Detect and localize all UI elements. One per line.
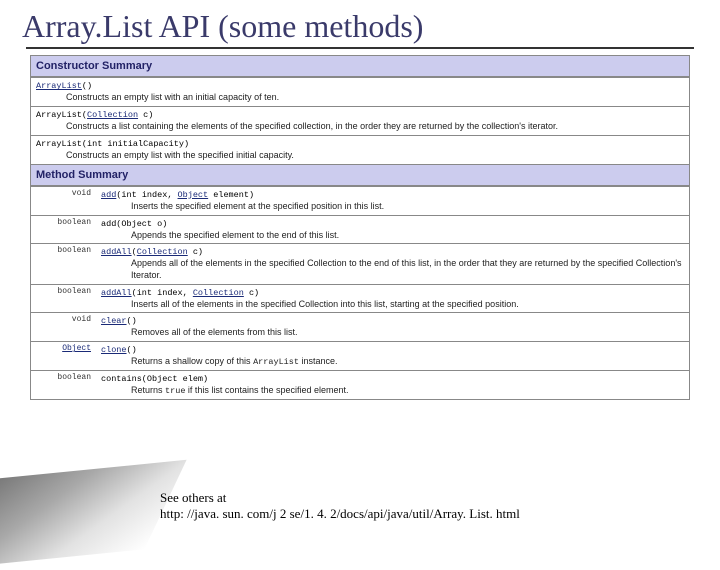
ctor-name: ArrayList	[36, 139, 82, 149]
ctor-name: ArrayList	[36, 110, 82, 120]
method-sig-end: element)	[208, 190, 254, 200]
ctor-desc: Constructs an empty list with the specif…	[36, 150, 684, 162]
method-sig-end: c)	[244, 288, 259, 298]
return-type: boolean	[31, 371, 96, 400]
method-desc: Appends all of the elements in the speci…	[101, 258, 684, 281]
title-underline	[26, 47, 694, 49]
ctor-desc: Constructs a list containing the element…	[36, 121, 684, 133]
constructor-summary-header: Constructor Summary	[31, 56, 689, 77]
constructor-table: ArrayList() Constructs an empty list wit…	[31, 77, 689, 163]
type-link[interactable]: Collection	[193, 288, 244, 298]
method-desc: Inserts all of the elements in the speci…	[101, 299, 684, 311]
method-desc: Returns true if this list contains the s…	[101, 385, 684, 397]
ctor-var: c)	[138, 110, 153, 120]
method-desc: Removes all of the elements from this li…	[101, 327, 684, 339]
method-sig: (int index,	[132, 288, 193, 298]
return-type: boolean	[31, 244, 96, 284]
type-link[interactable]: Collection	[137, 247, 188, 257]
type-link[interactable]: Collection	[87, 110, 138, 120]
method-sig: (int index,	[116, 190, 177, 200]
method-sig-end: c)	[188, 247, 203, 257]
method-desc: Inserts the specified element at the spe…	[101, 201, 684, 213]
type-link[interactable]: Object	[178, 190, 209, 200]
method-table: void add(int index, Object element) Inse…	[31, 186, 689, 400]
ctor-args: ()	[82, 81, 92, 91]
return-type-link[interactable]: Object	[62, 344, 91, 353]
return-type: boolean	[31, 284, 96, 313]
method-summary-header: Method Summary	[31, 164, 689, 186]
decorative-wedge	[0, 460, 187, 570]
method-desc: Returns a shallow copy of this ArrayList…	[101, 356, 684, 368]
method-link[interactable]: clear	[101, 316, 127, 326]
ctor-link[interactable]: ArrayList	[36, 81, 82, 91]
ctor-args: (int initialCapacity)	[82, 139, 189, 149]
method-sig: ()	[127, 316, 137, 326]
return-type: boolean	[31, 215, 96, 244]
return-type: Object	[31, 342, 96, 371]
method-link[interactable]: addAll	[101, 288, 132, 298]
method-link[interactable]: add	[101, 190, 116, 200]
api-table: Constructor Summary ArrayList() Construc…	[30, 55, 690, 400]
method-link[interactable]: addAll	[101, 247, 132, 257]
method-link[interactable]: clone	[101, 345, 127, 355]
return-type: void	[31, 186, 96, 215]
slide-title: Array.List API (some methods)	[0, 0, 720, 47]
footer-text: See others at http: //java. sun. com/j 2…	[160, 490, 520, 522]
method-sig: ()	[127, 345, 137, 355]
ctor-desc: Constructs an empty list with an initial…	[36, 92, 684, 104]
method-sig: add(Object o)	[101, 219, 167, 229]
method-sig: contains(Object elem)	[101, 374, 208, 384]
method-desc: Appends the specified element to the end…	[101, 230, 684, 242]
footer-url: http: //java. sun. com/j 2 se/1. 4. 2/do…	[160, 506, 520, 521]
footer-line1: See others at	[160, 490, 226, 505]
return-type: void	[31, 313, 96, 342]
